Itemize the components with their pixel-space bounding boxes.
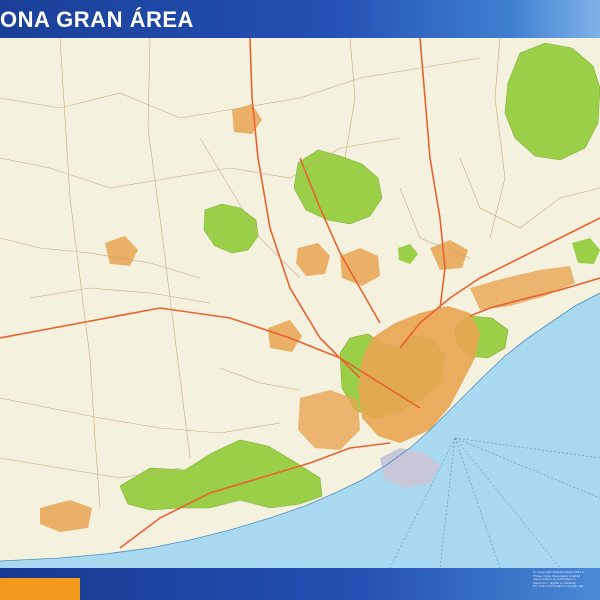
footer-bar [0,568,600,600]
map-poster: ONA GRAN ÁREA © Copyright Globalmapsit 1… [0,0,600,600]
copyright-notice: © Copyright Globalmapsit 1997-2 These ma… [533,571,597,589]
copyright-line: For more information consult: ww [533,585,584,589]
footer-accent [0,578,80,600]
map-canvas [0,38,600,568]
map-title: ONA GRAN ÁREA [0,7,194,32]
title-bar: ONA GRAN ÁREA [0,0,600,38]
